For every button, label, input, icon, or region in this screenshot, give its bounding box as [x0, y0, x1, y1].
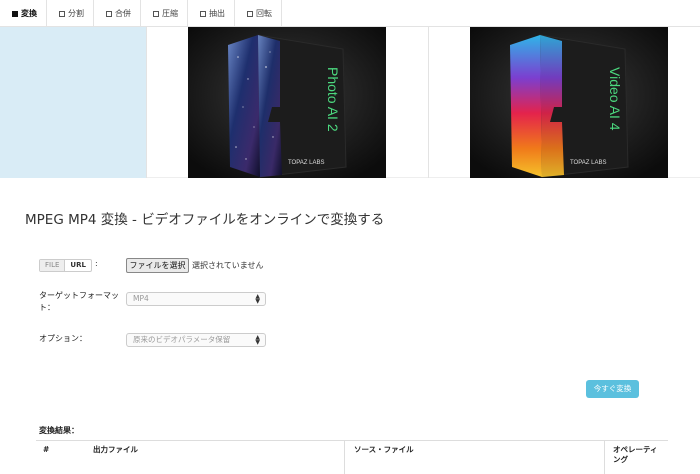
tab-compress[interactable]: 圧縮	[141, 0, 188, 27]
page-title: MPEG MP4 変換 - ビデオファイルをオンラインで変換する	[25, 212, 385, 228]
column-divider	[604, 441, 605, 474]
options-select[interactable]: 原来のビデオパラメータ保留 ▲ ▼	[126, 333, 266, 347]
video-ai-ad[interactable]: Video AI 4 TOPAZ LABS	[470, 27, 668, 178]
target-format-label: ターゲットフォーマット：	[39, 291, 119, 312]
column-header-operation: オペレーティング	[613, 445, 658, 464]
tab-split[interactable]: 分割	[47, 0, 94, 27]
checkbox-icon	[247, 10, 253, 17]
photo-ai-ad[interactable]: Photo AI 2 TOPAZ LABS	[188, 27, 386, 178]
photo-ai-box-image: Photo AI 2 TOPAZ LABS	[188, 27, 386, 178]
video-ai-box-image: Video AI 4 TOPAZ LABS	[470, 27, 668, 178]
video-ai-title: Video AI 4	[607, 67, 623, 131]
options-label: オプション：	[39, 334, 87, 343]
results-table: # 出力ファイル ソース・ファイル オペレーティング	[36, 440, 668, 474]
tool-tabs: 変換 分割 合併 圧縮 抽出 回転	[0, 0, 700, 27]
banner-divider	[146, 27, 147, 178]
photo-ai-title: Photo AI 2	[325, 67, 341, 132]
banner-divider	[428, 27, 429, 178]
options-value: 原来のビデオパラメータ保留	[133, 335, 231, 344]
url-source-button[interactable]: URL	[65, 260, 91, 271]
ad-banner: Photo AI 2 TOPAZ LABS Video AI 4 TOPAZ L…	[0, 27, 700, 178]
column-header-output-file: 出力ファイル	[93, 445, 138, 454]
checkbox-icon	[200, 10, 206, 17]
checkbox-icon	[153, 10, 159, 17]
convert-now-button[interactable]: 今すぐ変換	[586, 380, 639, 398]
checkbox-icon	[106, 10, 112, 17]
target-format-select[interactable]: MP4 ▲ ▼	[126, 292, 266, 306]
checkbox-icon	[12, 10, 18, 17]
source-colon: :	[95, 259, 98, 268]
target-format-value: MP4	[133, 294, 149, 303]
video-ai-brand: TOPAZ LABS	[570, 160, 606, 166]
file-source-button[interactable]: FILE	[40, 260, 66, 271]
tab-extract[interactable]: 抽出	[188, 0, 235, 27]
column-header-source-file: ソース・ファイル	[354, 445, 414, 454]
file-status-text: 選択されていません	[192, 261, 264, 270]
column-header-index: #	[43, 445, 50, 454]
source-toggle: FILE URL	[39, 259, 92, 272]
select-arrows-icon: ▲ ▼	[255, 293, 260, 305]
select-arrows-icon: ▲ ▼	[255, 334, 260, 346]
photo-ai-brand: TOPAZ LABS	[288, 160, 324, 166]
checkbox-icon	[59, 10, 65, 17]
column-divider	[344, 441, 345, 474]
results-title: 変換結果：	[39, 426, 79, 435]
tab-rotate[interactable]: 回転	[235, 0, 282, 27]
tab-convert[interactable]: 変換	[0, 0, 47, 27]
tab-merge[interactable]: 合併	[94, 0, 141, 27]
banner-placeholder	[0, 27, 146, 178]
choose-file-button[interactable]: ファイルを選択	[126, 258, 189, 273]
